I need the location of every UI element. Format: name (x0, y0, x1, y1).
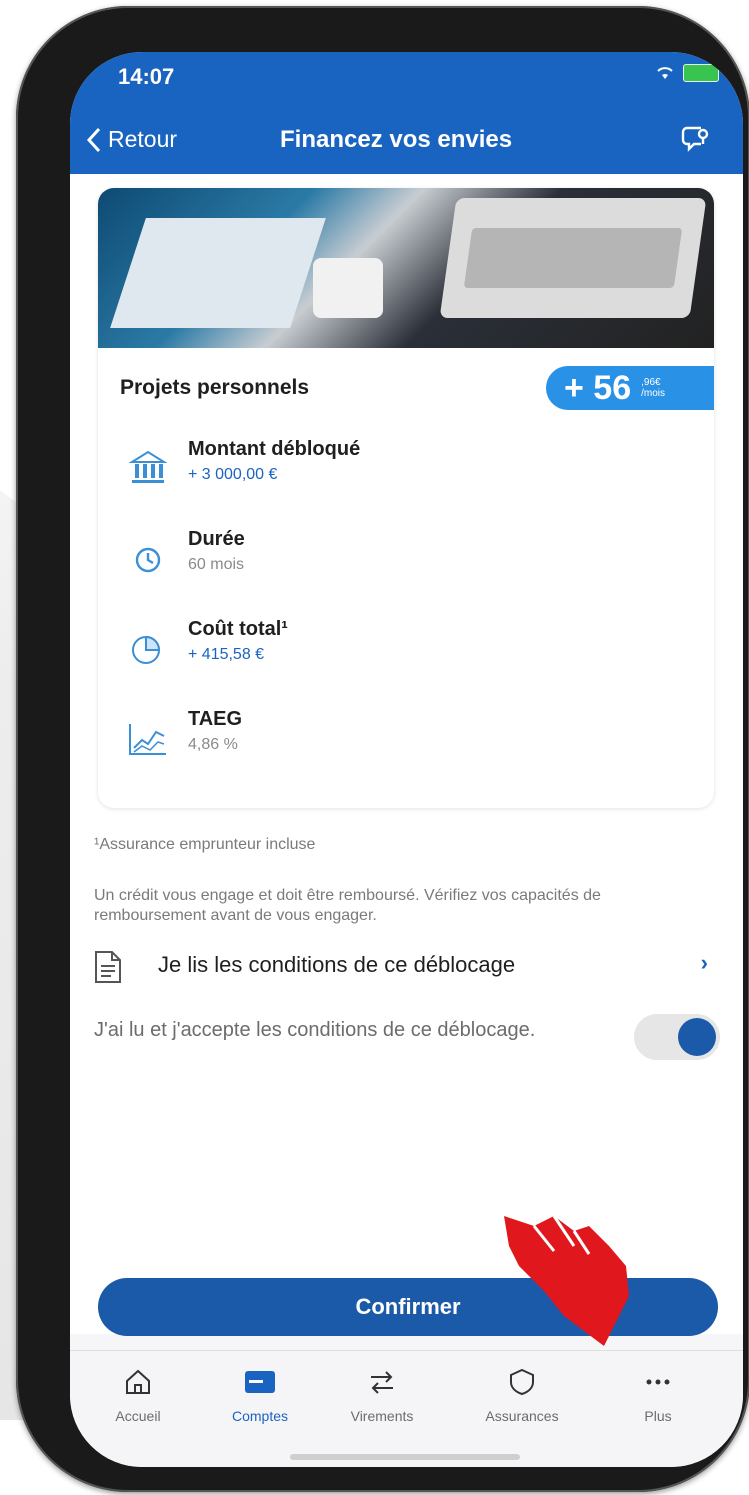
status-time: 14:07 (118, 64, 175, 89)
pointing-hand-icon (504, 1215, 629, 1346)
tab-label: Comptes (231, 1408, 289, 1424)
row-value: 4,86 % (188, 736, 238, 753)
hero-image (98, 188, 714, 348)
row-montant: Montant débloqué + 3 000,00 € (126, 438, 686, 528)
row-cout: Coût total¹ + 415,58 € (126, 618, 686, 708)
conditions-link[interactable]: Je lis les conditions de ce déblocage › (94, 948, 714, 988)
accept-toggle[interactable] (634, 1014, 720, 1060)
tab-label: Virements (350, 1408, 414, 1424)
back-label: Retour (108, 126, 178, 152)
row-label: Coût total¹ (188, 618, 288, 640)
phone-frame: 14:07 Retour Financez vos envies Projets… (16, 6, 749, 1492)
credit-disclaimer: Un crédit vous engage et doit être rembo… (94, 887, 601, 924)
transfer-icon (371, 1371, 393, 1394)
chat-icon[interactable] (681, 124, 711, 152)
monthly-amount-period: /mois (641, 388, 666, 399)
wifi-icon (657, 67, 673, 79)
tab-assurances[interactable]: Assurances (462, 1367, 582, 1424)
tab-label: Plus (644, 1408, 672, 1424)
row-value: 60 mois (188, 556, 245, 573)
tab-bar: Accueil Comptes Virements Assurances Plu… (70, 1350, 743, 1467)
card-title: Projets personnels (120, 376, 310, 399)
nav-bar: Retour Financez vos envies (70, 122, 743, 174)
page-title: Financez vos envies (280, 126, 513, 153)
row-label: Durée (188, 528, 245, 550)
shield-icon (510, 1368, 534, 1396)
toggle-knob (678, 1018, 716, 1056)
app-screen: 14:07 Retour Financez vos envies Projets… (70, 52, 743, 1467)
document-icon (95, 951, 121, 983)
footnote: ¹Assurance emprunteur incluse (94, 836, 316, 853)
accept-conditions-label: J'ai lu et j'accepte les conditions de c… (94, 1019, 536, 1041)
tab-plus[interactable]: Plus (598, 1367, 718, 1424)
row-label: Montant débloqué (188, 438, 361, 460)
loan-card: Projets personnels + 56 ,96€ /mois Monta… (98, 188, 714, 808)
pie-chart-icon (132, 635, 161, 664)
home-indicator (290, 1454, 520, 1460)
chevron-left-icon (86, 127, 101, 152)
line-chart-icon (129, 724, 166, 755)
battery-icon (683, 64, 719, 82)
more-icon (646, 1379, 670, 1385)
home-icon (126, 1369, 150, 1394)
top-bar: 14:07 Retour Financez vos envies (70, 52, 743, 174)
monthly-amount-badge: + 56 ,96€ /mois (546, 366, 714, 410)
row-taeg: TAEG 4,86 % (126, 708, 686, 798)
conditions-label: Je lis les conditions de ce déblocage (158, 952, 516, 977)
tab-comptes[interactable]: Comptes (200, 1367, 320, 1424)
bank-icon (128, 450, 168, 483)
chevron-right-icon: › (700, 950, 708, 975)
row-duree: Durée 60 mois (126, 528, 686, 618)
card-icon (245, 1371, 275, 1393)
back-button[interactable]: Retour (86, 126, 177, 153)
row-label: TAEG (188, 708, 243, 730)
status-icons (655, 64, 719, 82)
row-value: + 3 000,00 € (188, 466, 278, 483)
clock-icon (135, 547, 161, 573)
monthly-amount-cents: ,96€ (641, 377, 661, 388)
row-value: + 415,58 € (188, 646, 265, 663)
tab-label: Assurances (485, 1408, 559, 1424)
main-content: Projets personnels + 56 ,96€ /mois Monta… (70, 174, 743, 1334)
tab-label: Accueil (115, 1408, 161, 1424)
tab-virements[interactable]: Virements (322, 1367, 442, 1424)
monthly-amount: + 56 (564, 368, 632, 407)
monthly-amount-suffix: ,96€ /mois (641, 377, 665, 399)
tab-accueil[interactable]: Accueil (78, 1367, 198, 1424)
